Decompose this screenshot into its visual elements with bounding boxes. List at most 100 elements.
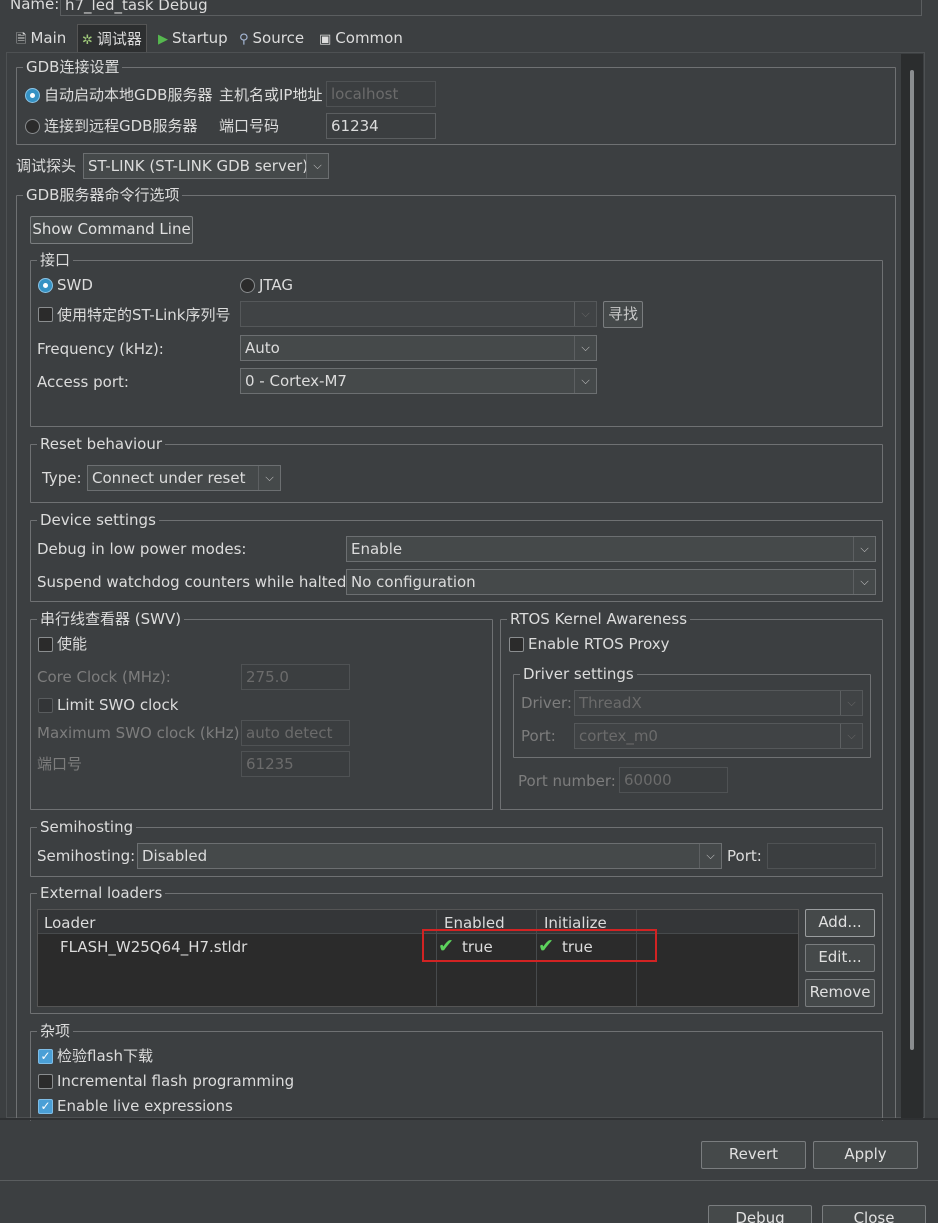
chevron-down-icon: ⌵ bbox=[258, 466, 280, 490]
port-number-field[interactable]: 60000 bbox=[619, 767, 728, 793]
dialog-divider bbox=[0, 1180, 938, 1181]
loader-name-cell: FLASH_W25Q64_H7.stldr bbox=[60, 938, 248, 956]
debug-button[interactable]: Debug bbox=[708, 1205, 812, 1223]
name-label: Name: bbox=[10, 0, 60, 13]
reset-type-select[interactable]: Connect under reset ⌵ bbox=[87, 465, 281, 491]
swv-enable-checkbox[interactable] bbox=[38, 637, 53, 652]
swv-port-label: 端口号 bbox=[37, 755, 83, 773]
auto-local-gdb-label: 自动启动本地GDB服务器 bbox=[44, 86, 213, 104]
debugger-icon: ✲ bbox=[82, 33, 93, 48]
limit-swo-checkbox[interactable] bbox=[38, 698, 53, 713]
core-clock-label: Core Clock (MHz): bbox=[37, 668, 171, 686]
chevron-down-icon: ⌵ bbox=[840, 724, 862, 748]
show-command-line-button[interactable]: Show Command Line bbox=[30, 216, 193, 244]
rtos-proxy-checkbox[interactable] bbox=[509, 637, 524, 652]
semihosting-select[interactable]: Disabled ⌵ bbox=[137, 843, 722, 869]
incremental-flash-label: Incremental flash programming bbox=[57, 1072, 295, 1090]
tab-main[interactable]: 🗎 Main bbox=[12, 24, 70, 52]
jtag-label: JTAG bbox=[259, 276, 294, 294]
driver-select[interactable]: ThreadX ⌵ bbox=[574, 690, 863, 716]
loaders-table[interactable]: Loader Enabled Initialize FLASH_W25Q64_H… bbox=[37, 909, 799, 1007]
incremental-flash-checkbox[interactable] bbox=[38, 1074, 53, 1089]
core-clock-field[interactable]: 275.0 bbox=[241, 664, 350, 690]
max-swo-field[interactable]: auto detect bbox=[241, 720, 350, 746]
max-swo-label: Maximum SWO clock (kHz): bbox=[37, 724, 245, 742]
stlink-serial-label: 使用特定的ST-Link序列号 bbox=[57, 306, 231, 324]
stlink-serial-checkbox[interactable] bbox=[38, 307, 53, 322]
low-power-label: Debug in low power modes: bbox=[37, 540, 247, 558]
swd-label: SWD bbox=[57, 276, 93, 294]
swd-radio[interactable] bbox=[38, 278, 53, 293]
loaders-table-header bbox=[38, 910, 798, 934]
apply-button[interactable]: Apply bbox=[813, 1141, 918, 1169]
semihosting-label: Semihosting: bbox=[37, 847, 136, 865]
probe-label: 调试探头 bbox=[16, 157, 77, 175]
low-power-select[interactable]: Enable ⌵ bbox=[346, 536, 876, 562]
chevron-down-icon: ⌵ bbox=[840, 691, 862, 715]
port-number-label: Port number: bbox=[518, 772, 616, 790]
watchdog-label: Suspend watchdog counters while halted: bbox=[37, 573, 352, 591]
rtos-legend: RTOS Kernel Awareness bbox=[507, 610, 691, 628]
semihosting-port-label: Port: bbox=[727, 847, 762, 865]
watchdog-select[interactable]: No configuration ⌵ bbox=[346, 569, 876, 595]
highlight-annotation-box bbox=[422, 929, 657, 962]
swv-port-field[interactable]: 61235 bbox=[241, 751, 350, 777]
remove-loader-button[interactable]: Remove bbox=[805, 979, 875, 1007]
chevron-down-icon: ⌵ bbox=[699, 844, 721, 868]
probe-select[interactable]: ST-LINK (ST-LINK GDB server) ⌵ bbox=[83, 153, 329, 179]
access-port-label: Access port: bbox=[37, 373, 129, 391]
remote-gdb-radio[interactable] bbox=[25, 119, 40, 134]
tab-debugger[interactable]: ✲ 调试器 bbox=[77, 24, 147, 52]
chevron-down-icon: ⌵ bbox=[574, 336, 596, 360]
remote-gdb-label: 连接到远程GDB服务器 bbox=[44, 117, 198, 135]
scrollbar-track[interactable] bbox=[901, 54, 923, 1118]
live-expressions-checkbox[interactable]: ✓ bbox=[38, 1099, 53, 1114]
verify-flash-label: 检验flash下载 bbox=[57, 1047, 153, 1065]
chevron-down-icon: ⌵ bbox=[574, 302, 596, 326]
chevron-down-icon: ⌵ bbox=[853, 570, 875, 594]
chevron-down-icon: ⌵ bbox=[853, 537, 875, 561]
column-header-loader[interactable]: Loader bbox=[44, 916, 95, 931]
driver-settings-legend: Driver settings bbox=[520, 665, 637, 683]
reset-type-label: Type: bbox=[42, 469, 82, 487]
semihosting-port-field[interactable] bbox=[767, 843, 876, 869]
common-icon: ▣ bbox=[319, 32, 332, 47]
source-icon: ⚲ bbox=[239, 32, 249, 47]
play-icon: ▶ bbox=[158, 32, 168, 47]
chevron-down-icon: ⌵ bbox=[574, 369, 596, 393]
port-label: 端口号码 bbox=[219, 117, 280, 135]
swv-enable-label: 使能 bbox=[57, 635, 88, 653]
gdb-server-options-legend: GDB服务器命令行选项 bbox=[23, 186, 183, 204]
jtag-radio[interactable] bbox=[240, 278, 255, 293]
live-expressions-label: Enable live expressions bbox=[57, 1097, 233, 1115]
rtos-port-select[interactable]: cortex_m0 ⌵ bbox=[574, 723, 863, 749]
stlink-serial-select[interactable]: ⌵ bbox=[240, 301, 597, 327]
verify-flash-checkbox[interactable]: ✓ bbox=[38, 1049, 53, 1064]
device-settings-legend: Device settings bbox=[37, 511, 159, 529]
host-label: 主机名或IP地址 bbox=[219, 86, 323, 104]
rtos-proxy-label: Enable RTOS Proxy bbox=[528, 635, 670, 653]
table-row[interactable]: FLASH_W25Q64_H7.stldr ✔ true ✔ true bbox=[38, 935, 798, 959]
host-field[interactable]: localhost bbox=[326, 81, 436, 107]
add-loader-button[interactable]: Add... bbox=[805, 909, 875, 937]
swv-group: 串行线查看器 (SWV) bbox=[30, 610, 493, 810]
chevron-down-icon: ⌵ bbox=[306, 154, 328, 178]
find-button[interactable]: 寻找 bbox=[603, 301, 643, 328]
scrollbar-thumb[interactable] bbox=[910, 70, 914, 1050]
close-button[interactable]: Close bbox=[822, 1205, 926, 1223]
auto-local-gdb-radio[interactable] bbox=[25, 88, 40, 103]
frequency-label: Frequency (kHz): bbox=[37, 340, 164, 358]
swv-legend: 串行线查看器 (SWV) bbox=[37, 610, 185, 628]
edit-loader-button[interactable]: Edit... bbox=[805, 944, 875, 972]
tab-startup[interactable]: ▶ Startup bbox=[154, 24, 232, 52]
panel-bottom-divider bbox=[0, 1118, 938, 1120]
frequency-select[interactable]: Auto ⌵ bbox=[240, 335, 597, 361]
tab-source[interactable]: ⚲ Source bbox=[235, 24, 308, 52]
reset-behaviour-legend: Reset behaviour bbox=[37, 435, 166, 453]
name-field[interactable]: h7_led_task Debug bbox=[60, 0, 922, 16]
revert-button[interactable]: Revert bbox=[701, 1141, 806, 1169]
port-field[interactable]: 61234 bbox=[326, 113, 436, 139]
tab-common[interactable]: ▣ Common bbox=[315, 24, 407, 52]
rtos-port-label: Port: bbox=[521, 727, 556, 745]
access-port-select[interactable]: 0 - Cortex-M7 ⌵ bbox=[240, 368, 597, 394]
